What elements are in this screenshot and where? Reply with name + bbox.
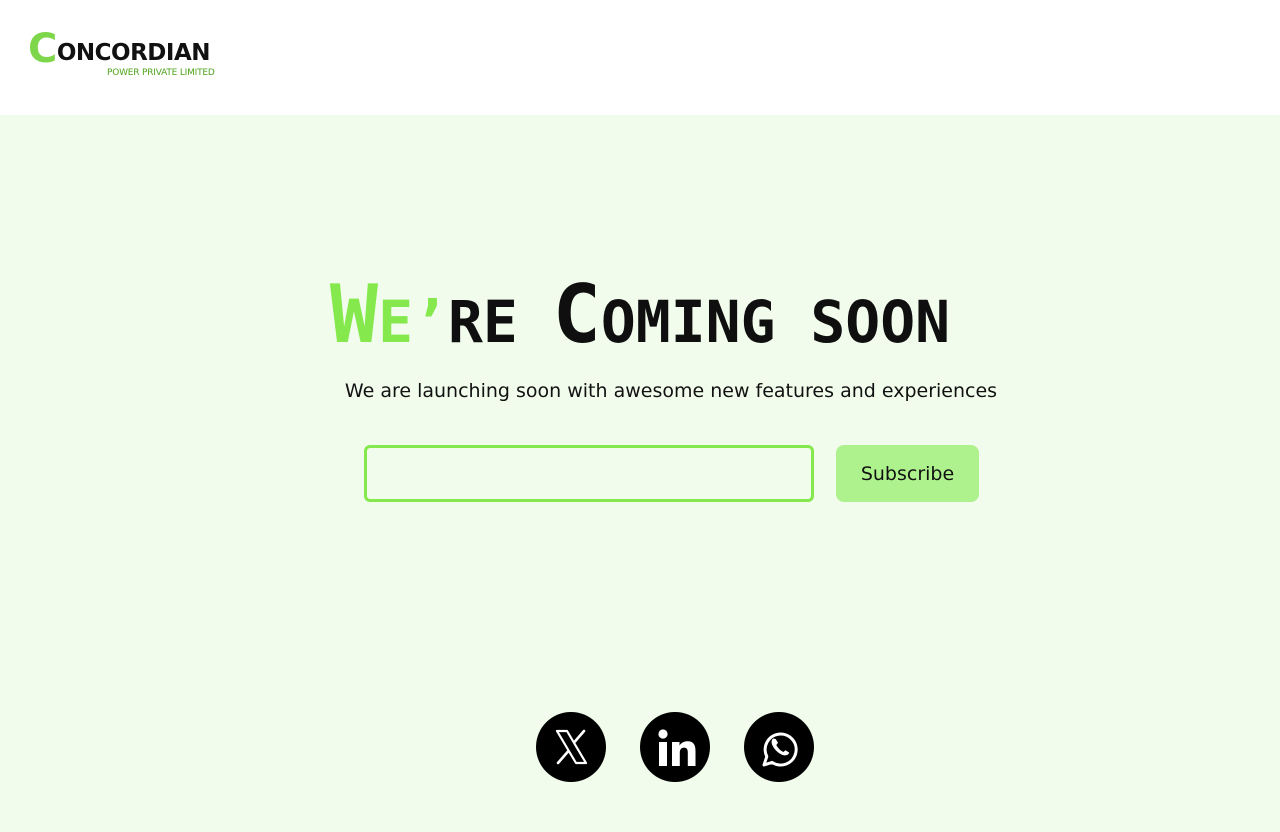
logo-name: ONCORDIAN — [56, 40, 211, 66]
whatsapp-icon — [762, 732, 798, 767]
concordian-logo[interactable]: CONCORDIAN POWER PRIVATE LIMITED — [28, 29, 220, 82]
email-input[interactable] — [364, 445, 814, 502]
logo-tagline: POWER PRIVATE LIMITED — [107, 68, 215, 78]
x-link[interactable] — [536, 712, 606, 782]
x-icon — [555, 729, 588, 765]
subscribe-button[interactable]: Subscribe — [836, 445, 979, 502]
whatsapp-link[interactable] — [744, 712, 814, 782]
page-title: WE’RE COMING SOON — [0, 270, 1280, 360]
title-coming-rest: OMING SOON — [600, 288, 951, 356]
title-coming-initial: C — [552, 268, 601, 361]
logo-initial: C — [28, 26, 57, 72]
title-we-initial: W — [329, 268, 379, 361]
title-re: RE — [447, 288, 553, 356]
title-we-rest: E’ — [378, 288, 448, 356]
site-header: CONCORDIAN POWER PRIVATE LIMITED — [0, 0, 1280, 115]
linkedin-link[interactable] — [640, 712, 710, 782]
linkedin-icon — [658, 729, 696, 766]
page-subtitle: We are launching soon with awesome new f… — [344, 380, 998, 402]
logo-wordmark: CONCORDIAN — [28, 29, 211, 69]
